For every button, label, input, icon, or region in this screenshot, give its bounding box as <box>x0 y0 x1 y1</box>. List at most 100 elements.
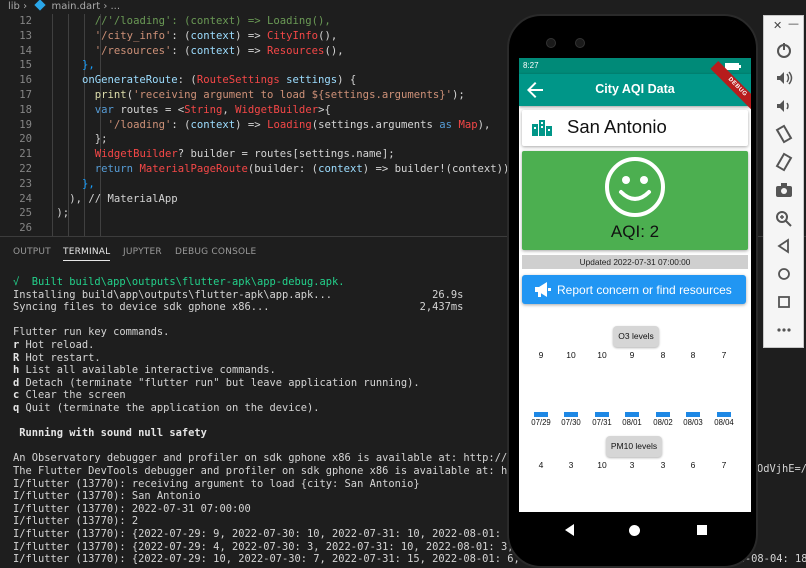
front-camera <box>546 38 556 48</box>
code-token: ) => <box>235 118 268 131</box>
o3-value-label: 8 <box>660 350 666 360</box>
o3-value-label: 8 <box>690 350 696 360</box>
code-token: ); <box>56 207 70 220</box>
code-text: '/resources': (context) => Resources(), <box>95 44 344 59</box>
camera-icon[interactable] <box>772 180 796 200</box>
code-text: var routes = <String, WidgetBuilder>{ <box>95 103 331 118</box>
zoom-in-icon[interactable] <box>772 208 796 228</box>
code-token: ? builder = routes[settings.name]; <box>177 148 395 161</box>
overview-square-icon[interactable] <box>772 292 796 312</box>
code-text: }, <box>82 58 95 73</box>
code-text: //'/loading': (context) => Loading(), <box>95 14 331 29</box>
code-token: : ( <box>171 44 191 57</box>
o3-bar <box>656 412 670 417</box>
code-token: ); <box>451 89 465 101</box>
back-triangle-icon[interactable] <box>772 236 796 256</box>
terminal-line: I/flutter (13770): receiving argument to… <box>13 477 420 490</box>
breadcrumb-folder[interactable]: lib <box>8 1 20 12</box>
city-card: San Antonio <box>522 110 748 146</box>
code-token: : ( <box>177 74 197 87</box>
line-number: 19 <box>19 118 32 131</box>
tab-debug-console[interactable]: DEBUG CONSOLE <box>175 247 256 257</box>
breadcrumb-separator: › <box>23 1 28 12</box>
o3-value-label: 9 <box>629 350 635 360</box>
o3-date-label: 08/04 <box>714 418 734 427</box>
breadcrumb-file[interactable]: main.dart <box>51 1 100 12</box>
code-token: : ( <box>171 118 191 131</box>
aqi-value: AQI: 2 <box>610 222 660 241</box>
home-circle-icon[interactable] <box>772 264 796 284</box>
line-number: 16 <box>19 74 32 87</box>
city-name: San Antonio <box>567 116 667 137</box>
code-token: var <box>94 103 114 116</box>
o3-date-label: 08/03 <box>683 418 703 427</box>
report-concern-button[interactable]: Report concern or find resources <box>522 275 746 304</box>
line-number: 20 <box>19 133 32 146</box>
line-number: 13 <box>19 29 32 42</box>
volume-down-icon[interactable] <box>772 96 796 116</box>
code-token: ) { <box>337 74 357 87</box>
code-token: (builder: ( <box>247 163 319 175</box>
terminal-line: q Quit (terminate the application on the… <box>13 402 320 414</box>
nav-back-icon[interactable] <box>565 524 574 536</box>
android-nav-bar <box>519 512 751 548</box>
updated-timestamp: Updated 2022-07-31 07:00:00 <box>522 255 748 269</box>
line-number: 25 <box>19 207 32 220</box>
line-number: 24 <box>19 192 32 205</box>
rotate-right-icon[interactable] <box>772 152 796 172</box>
aqi-card: AQI: 2 <box>522 151 748 250</box>
pm10-levels-chip[interactable]: PM10 levels <box>606 436 662 457</box>
rotate-left-icon[interactable] <box>772 124 796 144</box>
more-options-icon[interactable] <box>772 320 796 340</box>
breadcrumb-tail[interactable]: › ... <box>103 1 120 12</box>
smiley-face-icon <box>605 157 665 217</box>
o3-levels-chip[interactable]: O3 levels <box>613 326 659 347</box>
volume-up-icon[interactable] <box>772 68 796 88</box>
code-token: '/city_info' <box>94 29 172 42</box>
nav-recents-icon[interactable] <box>697 525 707 535</box>
code-token: ) => <box>235 29 268 42</box>
terminal-line: An Observatory debugger and profiler on … <box>13 452 558 465</box>
terminal-line: Flutter run key commands. <box>13 326 170 339</box>
tab-output[interactable]: OUTPUT <box>13 247 51 257</box>
terminal-line: Syncing files to device sdk gphone x86..… <box>13 301 464 314</box>
o3-bar <box>534 412 548 417</box>
code-token: as <box>439 118 453 131</box>
tab-jupyter[interactable]: JUPYTER <box>123 247 162 257</box>
report-button-label: Report concern or find resources <box>557 283 732 297</box>
tab-terminal[interactable]: TERMINAL <box>63 247 111 261</box>
terminal-line: Running with sound null safety <box>13 427 207 440</box>
app-title: City AQI Data <box>595 82 675 96</box>
code-token: (), <box>318 29 338 42</box>
indent-guide <box>52 14 53 236</box>
terminal-line: R Hot restart. <box>13 351 101 364</box>
code-token: context <box>190 29 236 42</box>
o3-bar <box>595 412 609 417</box>
code-token: (), <box>324 44 344 57</box>
code-token: print <box>94 89 127 101</box>
o3-bar <box>686 412 700 417</box>
code-text: WidgetBuilder? builder = routes[settings… <box>95 147 395 162</box>
terminal-overflow-text: OdVjhE=/ <box>757 463 806 475</box>
code-token: WidgetBuilder <box>235 103 319 116</box>
o3-value-label: 7 <box>721 350 727 360</box>
code-token: }; <box>94 133 108 146</box>
emulator-toolbar: ✕ — <box>763 15 804 348</box>
code-token: ) => builder!(context)) <box>362 163 510 175</box>
app-bar: City AQI Data DEBUG <box>519 60 751 115</box>
minimize-icon[interactable]: — <box>788 17 799 30</box>
code-token: ), // MaterialApp <box>69 192 178 205</box>
code-text: return MaterialPageRoute(builder: (conte… <box>95 162 510 177</box>
o3-chart: 9 10 10 9 8 8 7 07/29 07/30 07/31 08/01 08/02 08/03 0… <box>522 350 748 428</box>
o3-bar <box>564 412 578 417</box>
close-icon[interactable]: ✕ <box>773 19 782 32</box>
terminal-line: h List all available interactive command… <box>13 364 276 377</box>
code-token: MaterialPageRoute <box>139 163 248 175</box>
nav-home-icon[interactable] <box>629 525 640 536</box>
code-token: WidgetBuilder <box>94 148 178 161</box>
terminal-line: I/flutter (13770): San Antonio <box>13 490 201 503</box>
code-token: }, <box>82 177 95 190</box>
power-icon[interactable] <box>772 40 796 60</box>
code-token: CityInfo <box>267 29 319 42</box>
pm10-value-label: 4 <box>538 460 544 470</box>
